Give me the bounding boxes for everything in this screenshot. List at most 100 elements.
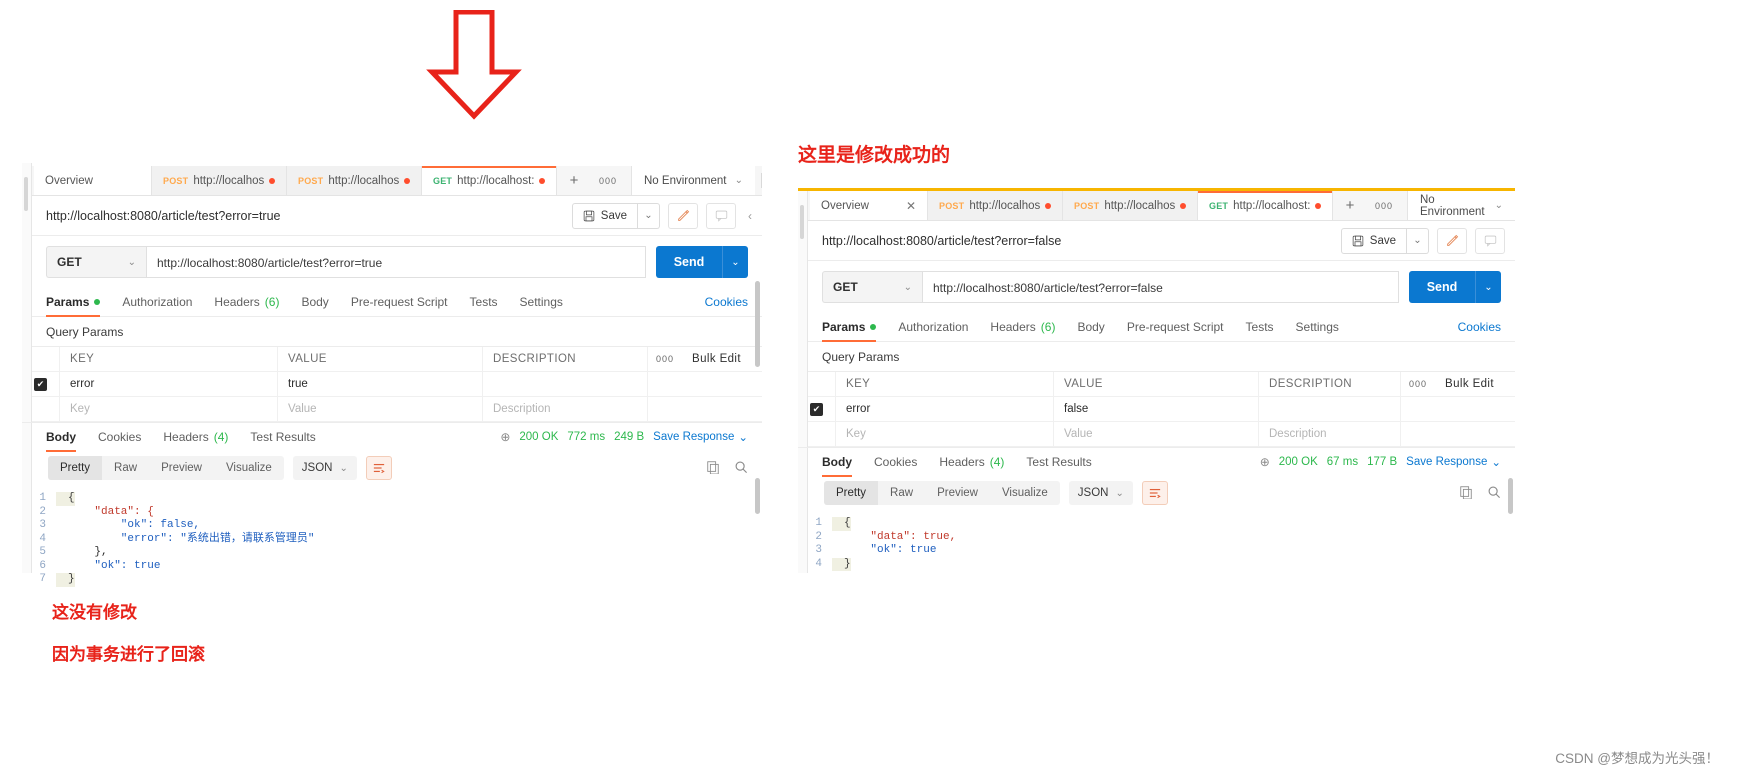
row-value-placeholder-right[interactable]: Value <box>1054 422 1259 446</box>
view-mode-visualize-right[interactable]: Visualize <box>990 481 1060 505</box>
response-tab-cookies-right[interactable]: Cookies <box>863 447 928 477</box>
response-tab-headers-left[interactable]: Headers (4) <box>152 422 239 452</box>
cookies-link-left[interactable]: Cookies <box>705 295 748 309</box>
table-options-icon-right[interactable]: 000 <box>1401 372 1435 396</box>
tab-overview-right[interactable]: Overview ✕ <box>810 191 928 220</box>
url-input-left[interactable]: http://localhost:8080/article/test?error… <box>146 246 646 278</box>
tab-request-2-left[interactable]: POST http://localhost:8 <box>287 166 422 195</box>
copy-button-left[interactable] <box>706 460 720 477</box>
row-description-left[interactable] <box>483 372 648 396</box>
save-button-left[interactable]: Save <box>571 202 638 229</box>
tab-overview-left[interactable]: Overview <box>34 166 152 195</box>
close-icon[interactable]: ✕ <box>896 199 916 213</box>
save-options-caret-left[interactable]: ⌄ <box>638 202 660 229</box>
row-description-right[interactable] <box>1259 397 1401 421</box>
tab-request-1-right[interactable]: POST http://localhost:8 <box>928 191 1063 220</box>
request-tab-settings-right[interactable]: Settings <box>1285 312 1350 342</box>
request-tab-params-right[interactable]: Params <box>822 312 887 342</box>
row-description-placeholder-left[interactable]: Description <box>483 397 648 421</box>
environment-selector-left[interactable]: No Environment ⌄ <box>631 166 755 195</box>
response-tab-body-right[interactable]: Body <box>822 447 863 477</box>
request-tab-headers-right[interactable]: Headers (6) <box>979 312 1066 342</box>
wrap-lines-button-left[interactable] <box>365 456 392 480</box>
copy-button-right[interactable] <box>1459 485 1473 502</box>
wrap-lines-button-right[interactable] <box>1141 481 1168 505</box>
view-mode-raw-left[interactable]: Raw <box>102 456 149 480</box>
search-button-right[interactable] <box>1487 485 1501 502</box>
save-options-caret-right[interactable]: ⌄ <box>1407 227 1429 254</box>
save-response-button-right[interactable]: Save Response ⌄ <box>1406 455 1501 469</box>
view-mode-visualize-left[interactable]: Visualize <box>214 456 284 480</box>
request-tab-tests-right[interactable]: Tests <box>1235 312 1285 342</box>
tab-request-2-right[interactable]: POST http://localhost:8 <box>1063 191 1198 220</box>
request-tab-settings-left[interactable]: Settings <box>509 287 574 317</box>
view-mode-preview-left[interactable]: Preview <box>149 456 214 480</box>
bulk-edit-link-left[interactable]: Bulk Edit <box>682 347 762 371</box>
url-input-right[interactable]: http://localhost:8080/article/test?error… <box>922 271 1399 303</box>
comment-button-right[interactable] <box>1475 227 1505 254</box>
params-scrollbar-left[interactable] <box>755 281 760 367</box>
response-format-selector-left[interactable]: JSON ⌄ <box>292 456 357 480</box>
bulk-edit-link-right[interactable]: Bulk Edit <box>1435 372 1515 396</box>
table-row-placeholder-right[interactable]: Key Value Description <box>798 422 1515 447</box>
send-options-caret-left[interactable]: ⌄ <box>722 246 748 278</box>
panel-collapse-icon-left[interactable]: ‹ <box>744 209 752 223</box>
request-tab-pre-request-script-right[interactable]: Pre-request Script <box>1116 312 1235 342</box>
response-tab-test-results-left[interactable]: Test Results <box>239 422 326 452</box>
row-value-right[interactable]: false <box>1054 397 1259 421</box>
send-button-left[interactable]: Send <box>656 246 722 278</box>
request-tab-authorization-left[interactable]: Authorization <box>111 287 203 317</box>
request-tab-body-left[interactable]: Body <box>290 287 339 317</box>
row-key-left[interactable]: error <box>60 372 278 396</box>
response-format-selector-right[interactable]: JSON ⌄ <box>1068 481 1133 505</box>
row-key-placeholder-right[interactable]: Key <box>836 422 1054 446</box>
response-body-code-right[interactable]: 1{ 2 "data": true, 3 "ok": true 4} <box>798 511 1515 571</box>
table-options-icon-left[interactable]: 000 <box>648 347 682 371</box>
save-response-button-left[interactable]: Save Response ⌄ <box>653 430 748 444</box>
row-description-placeholder-right[interactable]: Description <box>1259 422 1401 446</box>
tab-overflow-menu-icon-right[interactable]: 000 <box>1367 191 1401 220</box>
view-mode-pretty-left[interactable]: Pretty <box>48 456 103 480</box>
table-row-placeholder-left[interactable]: Key Value Description <box>22 397 762 422</box>
response-tab-body-left[interactable]: Body <box>46 422 87 452</box>
method-selector-right[interactable]: GET ⌄ <box>822 271 922 303</box>
tab-overflow-menu-icon-left[interactable]: 000 <box>591 166 625 195</box>
search-button-left[interactable] <box>734 460 748 477</box>
cookies-link-right[interactable]: Cookies <box>1458 320 1501 334</box>
edit-button-left[interactable] <box>668 202 698 229</box>
tab-request-3-left[interactable]: GET http://localhost:8( <box>422 166 557 195</box>
comment-button-left[interactable] <box>706 202 736 229</box>
response-body-code-left[interactable]: 1{ 2 "data": { 3 "ok": false, 4 "error":… <box>22 486 762 587</box>
new-tab-button-left[interactable]: + <box>557 166 591 195</box>
environment-selector-right[interactable]: No Environment ⌄ <box>1407 191 1515 220</box>
response-tab-headers-right[interactable]: Headers (4) <box>928 447 1015 477</box>
view-mode-preview-right[interactable]: Preview <box>925 481 990 505</box>
edit-button-right[interactable] <box>1437 227 1467 254</box>
send-button-right[interactable]: Send <box>1409 271 1475 303</box>
row-value-left[interactable]: true <box>278 372 483 396</box>
response-scrollbar-right[interactable] <box>1508 478 1513 514</box>
request-tab-tests-left[interactable]: Tests <box>459 287 509 317</box>
request-tab-body-right[interactable]: Body <box>1066 312 1115 342</box>
row-key-placeholder-left[interactable]: Key <box>60 397 278 421</box>
table-row[interactable]: ✔ error true <box>22 372 762 397</box>
sidebar-scroll-handle-left[interactable] <box>24 177 28 211</box>
new-tab-button-right[interactable]: + <box>1333 191 1367 220</box>
row-value-placeholder-left[interactable]: Value <box>278 397 483 421</box>
row-key-right[interactable]: error <box>836 397 1054 421</box>
sidebar-scroll-handle-right[interactable] <box>800 205 804 239</box>
tab-request-3-right[interactable]: GET http://localhost:8( <box>1198 191 1333 220</box>
send-options-caret-right[interactable]: ⌄ <box>1475 271 1501 303</box>
save-button-right[interactable]: Save <box>1340 227 1407 254</box>
request-tab-pre-request-script-left[interactable]: Pre-request Script <box>340 287 459 317</box>
response-tab-test-results-right[interactable]: Test Results <box>1015 447 1102 477</box>
tab-request-1-left[interactable]: POST http://localhost:8 <box>152 166 287 195</box>
table-row[interactable]: ✔ error false <box>798 397 1515 422</box>
response-tab-cookies-left[interactable]: Cookies <box>87 422 152 452</box>
response-scrollbar-left[interactable] <box>755 478 760 514</box>
request-tab-authorization-right[interactable]: Authorization <box>887 312 979 342</box>
view-mode-raw-right[interactable]: Raw <box>878 481 925 505</box>
request-tab-params-left[interactable]: Params <box>46 287 111 317</box>
method-selector-left[interactable]: GET ⌄ <box>46 246 146 278</box>
request-tab-headers-left[interactable]: Headers (6) <box>203 287 290 317</box>
